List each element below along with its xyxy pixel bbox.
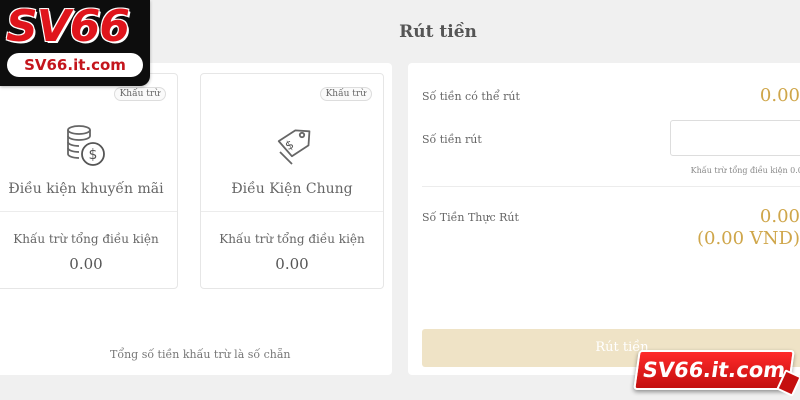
watermark: SV66.it.com xyxy=(633,350,800,397)
card-sub-label: Khấu trừ tổng điều kiện xyxy=(13,232,159,246)
withdraw-amount-input[interactable] xyxy=(670,120,800,156)
logo-url-text: SV66.it.com xyxy=(7,53,143,77)
deduction-hint: Khấu trừ tổng điều kiện 0.00 xyxy=(690,166,800,175)
coins-dollar-icon: $ xyxy=(67,125,105,166)
deduction-tag: Khấu trừ xyxy=(113,87,166,101)
available-amount-label: Số tiền có thể rút xyxy=(422,90,520,103)
deduction-note: Tổng số tiền khấu trừ là số chẵn xyxy=(110,348,291,361)
card-sub-label: Khấu trừ tổng điều kiện xyxy=(219,232,365,246)
actual-amount-value: 0.00 (0.00 VND) xyxy=(697,206,800,250)
svg-text:$: $ xyxy=(89,147,98,163)
svg-text:$: $ xyxy=(283,137,297,153)
watermark-badge: SV66.it.com xyxy=(633,350,795,390)
brand-logo: SV66 SV66.it.com xyxy=(0,0,150,86)
card-title: Điều Kiện Chung xyxy=(231,181,353,197)
card-title: Điều kiện khuyến mãi xyxy=(8,181,164,197)
available-amount-value: 0.00 xyxy=(759,85,800,106)
card-sub-value: 0.00 xyxy=(69,255,103,273)
deduction-tag: Khấu trừ xyxy=(319,87,372,101)
actual-amount-vnd: (0.00 VND) xyxy=(696,228,800,249)
withdraw-amount-label: Số tiền rút xyxy=(422,133,482,146)
card-promotion-condition[interactable]: Khấu trừ $ Điều kiện khuyến mãi Khấu trừ… xyxy=(0,73,178,289)
card-divider xyxy=(0,211,177,212)
logo-brand-text: SV66 xyxy=(6,1,130,52)
card-sub-value: 0.00 xyxy=(275,255,309,273)
card-general-condition[interactable]: Khấu trừ $ Điều Kiện Chung Khấu trừ tổng… xyxy=(200,73,384,289)
actual-amount-label: Số Tiền Thực Rút xyxy=(422,211,519,224)
actual-amount-number: 0.00 xyxy=(759,206,800,227)
withdraw-form-panel: Số tiền có thể rút 0.00 Số tiền rút Khấu… xyxy=(408,63,800,375)
form-divider xyxy=(422,186,800,187)
deduction-panel: Khấu trừ $ Điều kiện khuyến mãi Khấu trừ… xyxy=(0,63,392,375)
card-divider xyxy=(201,211,383,212)
price-tag-icon: $ xyxy=(277,129,311,165)
